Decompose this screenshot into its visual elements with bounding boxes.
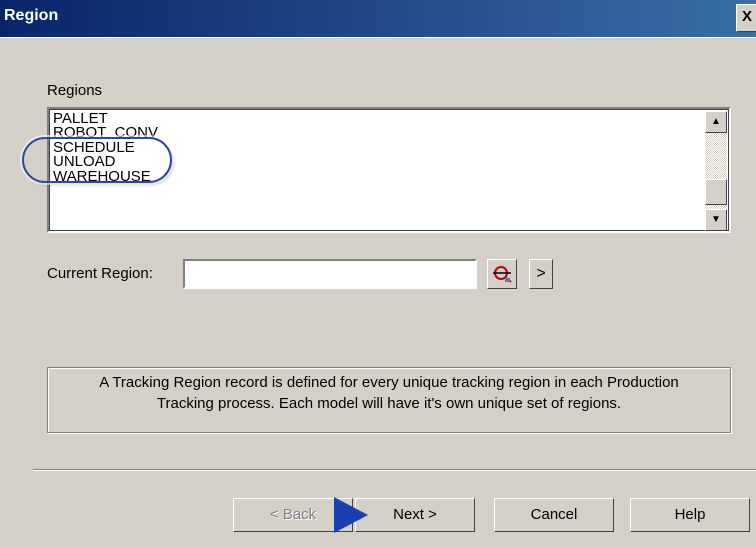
next-button[interactable]: Next >	[355, 498, 475, 532]
info-box: A Tracking Region record is defined for …	[47, 367, 731, 433]
current-region-label: Current Region:	[47, 265, 153, 282]
vertical-scrollbar[interactable]: ▲ ▼	[705, 111, 727, 231]
separator	[33, 469, 756, 471]
info-line-2: Tracking process. Each model will have i…	[156, 395, 622, 412]
current-region-input[interactable]	[183, 259, 477, 289]
arrow-pointer	[334, 497, 368, 533]
help-button[interactable]: Help	[630, 498, 750, 532]
scroll-thumb[interactable]	[705, 179, 727, 205]
window-title: Region	[4, 7, 59, 24]
scroll-down-button[interactable]: ▼	[705, 209, 727, 231]
cancel-button[interactable]: Cancel	[494, 498, 614, 532]
close-button[interactable]: X	[736, 4, 756, 32]
highlight-oval	[22, 137, 172, 183]
scroll-up-button[interactable]: ▲	[705, 111, 727, 133]
search-icon	[493, 266, 512, 283]
title-bar: Region	[0, 0, 756, 38]
info-line-1: A Tracking Region record is defined for …	[99, 374, 679, 391]
search-region-button[interactable]	[487, 259, 517, 289]
next-region-button[interactable]: >	[529, 259, 553, 289]
regions-label: Regions	[47, 82, 103, 99]
